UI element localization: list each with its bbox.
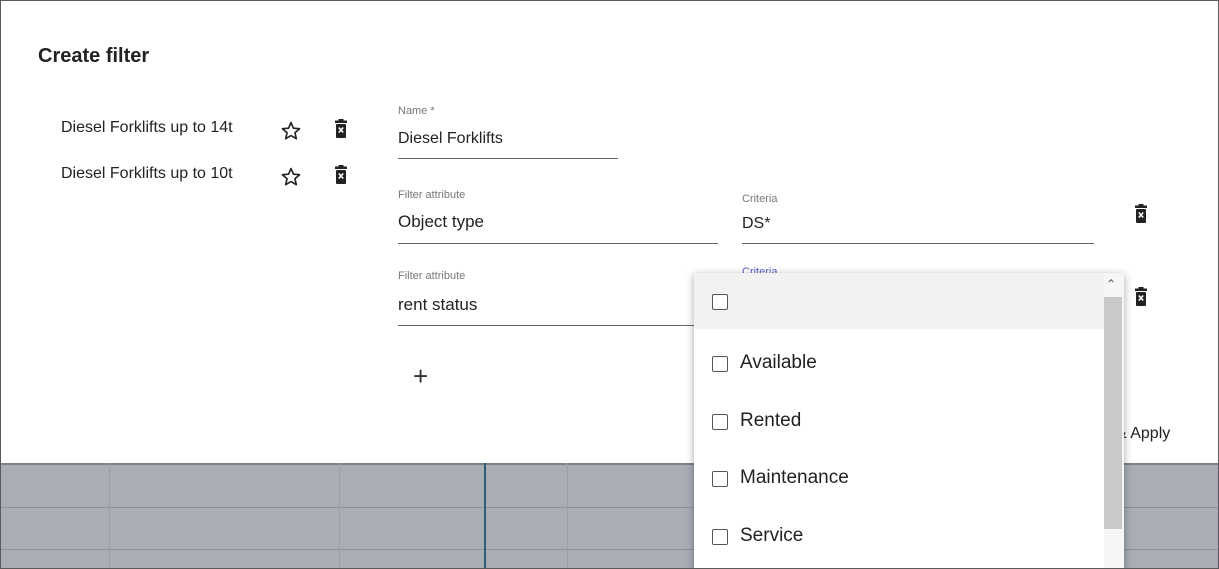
star-outline-icon[interactable] — [280, 166, 302, 188]
name-field-underline — [398, 158, 618, 159]
trash-icon[interactable] — [1134, 204, 1148, 224]
criteria-underline — [742, 243, 1094, 244]
trash-icon[interactable] — [334, 119, 348, 139]
dropdown-option[interactable] — [694, 273, 1104, 329]
option-label: Service — [740, 525, 804, 546]
option-label: Maintenance — [740, 467, 849, 488]
create-filter-dialog: Create filter Diesel Forklifts up to 14t… — [0, 0, 1219, 569]
option-checkbox[interactable] — [712, 471, 728, 487]
option-label: Rented — [740, 410, 802, 431]
dialog-title: Create filter — [38, 45, 150, 67]
saved-filter-item[interactable]: Diesel Forklifts up to 10t — [61, 165, 233, 183]
option-checkbox[interactable] — [712, 356, 728, 372]
filter-attribute-select[interactable]: Object type — [398, 212, 484, 232]
option-checkbox[interactable] — [712, 294, 728, 310]
filter-attribute-label: Filter attribute — [398, 270, 466, 282]
option-checkbox[interactable] — [712, 529, 728, 545]
criteria-input[interactable]: DS* — [742, 215, 770, 233]
dropdown-option[interactable]: Available — [694, 335, 1104, 391]
criteria-dropdown[interactable]: Available Rented Maintenance Service ⌃ — [694, 273, 1124, 568]
filter-attribute-underline — [398, 243, 718, 244]
option-label: Available — [740, 352, 817, 373]
filter-attribute-select[interactable]: rent status — [398, 295, 477, 315]
dropdown-option[interactable]: Maintenance — [694, 450, 1104, 506]
star-outline-icon[interactable] — [280, 120, 302, 142]
chevron-up-icon[interactable]: ⌃ — [1106, 277, 1116, 291]
dropdown-scrollbar-thumb[interactable] — [1104, 297, 1122, 529]
saved-filter-item[interactable]: Diesel Forklifts up to 14t — [61, 119, 233, 137]
criteria-label: Criteria — [742, 193, 778, 205]
trash-icon[interactable] — [334, 165, 348, 185]
filter-attribute-label: Filter attribute — [398, 189, 466, 201]
name-field[interactable]: Diesel Forklifts — [398, 130, 503, 148]
dropdown-option[interactable]: Rented — [694, 393, 1104, 449]
trash-icon[interactable] — [1134, 287, 1148, 307]
add-rule-button[interactable]: + — [413, 363, 428, 389]
name-field-label: Name * — [398, 105, 435, 117]
dropdown-option[interactable]: Service — [694, 508, 1104, 564]
filter-attribute-underline — [398, 325, 698, 326]
save-and-apply-button[interactable]: & Apply — [1116, 425, 1170, 443]
option-checkbox[interactable] — [712, 414, 728, 430]
